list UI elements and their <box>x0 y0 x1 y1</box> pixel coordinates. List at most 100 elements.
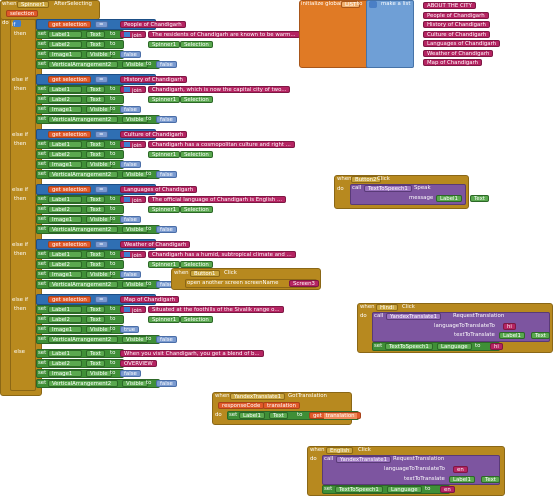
varr-component-dropdown[interactable]: VerticalArrangement2 <box>48 336 118 343</box>
label2-component-dropdown[interactable]: Label2 <box>48 360 82 367</box>
join-block[interactable]: join <box>120 31 146 39</box>
selection-prop-getter[interactable]: Selection <box>180 261 213 268</box>
label-text-value[interactable]: The official language of Chandigarh is E… <box>148 196 287 203</box>
label1-component-dropdown[interactable]: Label1 <box>48 350 82 357</box>
compare-string[interactable]: Culture of Chandigarh <box>120 131 188 138</box>
text-prop-dropdown[interactable]: Text <box>86 141 105 148</box>
visible-prop-dropdown[interactable]: Visible <box>122 61 148 68</box>
image1-component-dropdown[interactable]: Image1 <box>48 216 82 223</box>
equals-operator[interactable]: = <box>95 186 108 193</box>
text-prop-dropdown[interactable]: Text <box>86 206 105 213</box>
boolean-value[interactable]: false <box>120 370 141 377</box>
varr-component-dropdown[interactable]: VerticalArrangement2 <box>48 380 118 387</box>
label1-getter[interactable]: Label1 <box>436 195 462 202</box>
text-prop-dropdown[interactable]: Text <box>86 261 105 268</box>
text-prop[interactable]: Text <box>269 412 288 419</box>
label1-component-dropdown[interactable]: Label1 <box>48 141 82 148</box>
get-translation[interactable]: get translation <box>309 412 361 419</box>
tts-lang-value[interactable]: en <box>440 486 455 493</box>
spinner1-getter[interactable]: Spinner1 <box>148 96 181 103</box>
image1-component-dropdown[interactable]: Image1 <box>48 161 82 168</box>
join-block[interactable]: join <box>120 196 146 204</box>
label1-component-dropdown[interactable]: Label1 <box>48 196 82 203</box>
english-component-dropdown[interactable]: English <box>326 447 354 454</box>
visible-prop-dropdown[interactable]: Visible <box>86 161 112 168</box>
label2-component-dropdown[interactable]: Label2 <box>48 206 82 213</box>
label1-getter[interactable]: Label1 <box>499 332 525 339</box>
text-prop-dropdown[interactable]: Text <box>86 151 105 158</box>
string-value[interactable]: When you visit Chandigarh, you get a ble… <box>120 350 264 357</box>
make-a-list-block[interactable] <box>366 0 414 68</box>
language-prop[interactable]: Language <box>437 343 472 350</box>
list-item[interactable]: History of Chandigarh <box>423 21 490 28</box>
text-prop-dropdown[interactable]: Text <box>86 316 105 323</box>
varr-component-dropdown[interactable]: VerticalArrangement2 <box>48 171 118 178</box>
text-prop-getter[interactable]: Text <box>531 332 550 339</box>
visible-prop-dropdown[interactable]: Visible <box>122 281 148 288</box>
get-selection[interactable]: get selection <box>48 21 91 28</box>
boolean-value[interactable]: true <box>120 326 140 333</box>
label1-component-dropdown[interactable]: Label1 <box>48 251 82 258</box>
label2-component-dropdown[interactable]: Label2 <box>48 96 82 103</box>
visible-prop-dropdown[interactable]: Visible <box>122 171 148 178</box>
boolean-value[interactable]: false <box>156 61 177 68</box>
compare-string[interactable]: Weather of Chandigarh <box>120 241 191 248</box>
label2-component-dropdown[interactable]: Label2 <box>48 261 82 268</box>
hindi-component-dropdown[interactable]: Hindi <box>376 304 398 311</box>
text-prop-dropdown[interactable]: Text <box>86 196 105 203</box>
label1-component-dropdown[interactable]: Label1 <box>48 306 82 313</box>
join-block[interactable]: join <box>120 306 146 314</box>
text-prop-dropdown[interactable]: Text <box>86 31 105 38</box>
get-selection[interactable]: get selection <box>48 296 91 303</box>
gear-icon[interactable] <box>124 32 130 37</box>
image1-component-dropdown[interactable]: Image1 <box>48 370 82 377</box>
translation-param[interactable]: translation <box>263 402 300 409</box>
get-selection[interactable]: get selection <box>48 186 91 193</box>
spinner1-getter[interactable]: Spinner1 <box>148 151 181 158</box>
boolean-value[interactable]: false <box>120 106 141 113</box>
text-prop-dropdown[interactable]: Text <box>86 96 105 103</box>
get-selection[interactable]: get selection <box>48 241 91 248</box>
selection-prop-getter[interactable]: Selection <box>180 316 213 323</box>
compare-string[interactable]: People of Chandigarh <box>120 21 186 28</box>
translator-dropdown[interactable]: YandexTranslate1 <box>386 313 442 320</box>
label2-component-dropdown[interactable]: Label2 <box>48 316 82 323</box>
visible-prop-dropdown[interactable]: Visible <box>86 106 112 113</box>
spinner1-getter[interactable]: Spinner1 <box>148 41 181 48</box>
visible-prop-dropdown[interactable]: Visible <box>86 51 112 58</box>
visible-prop-dropdown[interactable]: Visible <box>86 216 112 223</box>
tts-dropdown[interactable]: TextToSpeech1 <box>364 185 412 192</box>
label1-getter[interactable]: Label1 <box>449 476 475 483</box>
if-block[interactable] <box>10 19 36 391</box>
boolean-value[interactable]: false <box>156 116 177 123</box>
gear-icon[interactable] <box>124 142 130 147</box>
text-prop-dropdown[interactable]: Text <box>86 251 105 258</box>
translator-component-dropdown[interactable]: YandexTranslate1 <box>230 393 286 400</box>
join-block[interactable]: join <box>120 141 146 149</box>
responsecode-param[interactable]: responseCode <box>218 402 265 409</box>
label1-component-dropdown[interactable]: Label1 <box>48 86 82 93</box>
boolean-value[interactable]: false <box>156 380 177 387</box>
label1-component-dropdown[interactable]: Label1 <box>48 31 82 38</box>
label-text-value[interactable]: Situated at the foothills of the Sivalik… <box>148 306 284 313</box>
tts-dropdown[interactable]: TextToSpeech1 <box>385 343 433 350</box>
list-item[interactable]: Map of Chandigarh <box>423 59 483 66</box>
join-block[interactable]: join <box>120 251 146 259</box>
gear-icon[interactable] <box>124 307 130 312</box>
boolean-value[interactable]: false <box>120 51 141 58</box>
equals-operator[interactable]: = <box>95 131 108 138</box>
list-item[interactable]: Culture of Chandigarh <box>423 30 491 38</box>
text-prop-dropdown[interactable]: Text <box>86 306 105 313</box>
selection-prop-getter[interactable]: Selection <box>180 96 213 103</box>
text-prop-getter[interactable]: Text <box>481 476 500 483</box>
image1-component-dropdown[interactable]: Image1 <box>48 326 82 333</box>
lang-value[interactable]: hi <box>503 323 516 330</box>
label-text-value[interactable]: The residents of Chandigarh are known to… <box>148 31 300 38</box>
compare-string[interactable]: Map of Chandigarh <box>120 296 180 303</box>
image1-component-dropdown[interactable]: Image1 <box>48 51 82 58</box>
gear-icon[interactable] <box>124 197 130 202</box>
text-prop-dropdown[interactable]: Text <box>86 86 105 93</box>
visible-prop-dropdown[interactable]: Visible <box>86 271 112 278</box>
join-block[interactable]: join <box>120 86 146 94</box>
string-value[interactable]: OVERVIEW <box>120 360 157 367</box>
